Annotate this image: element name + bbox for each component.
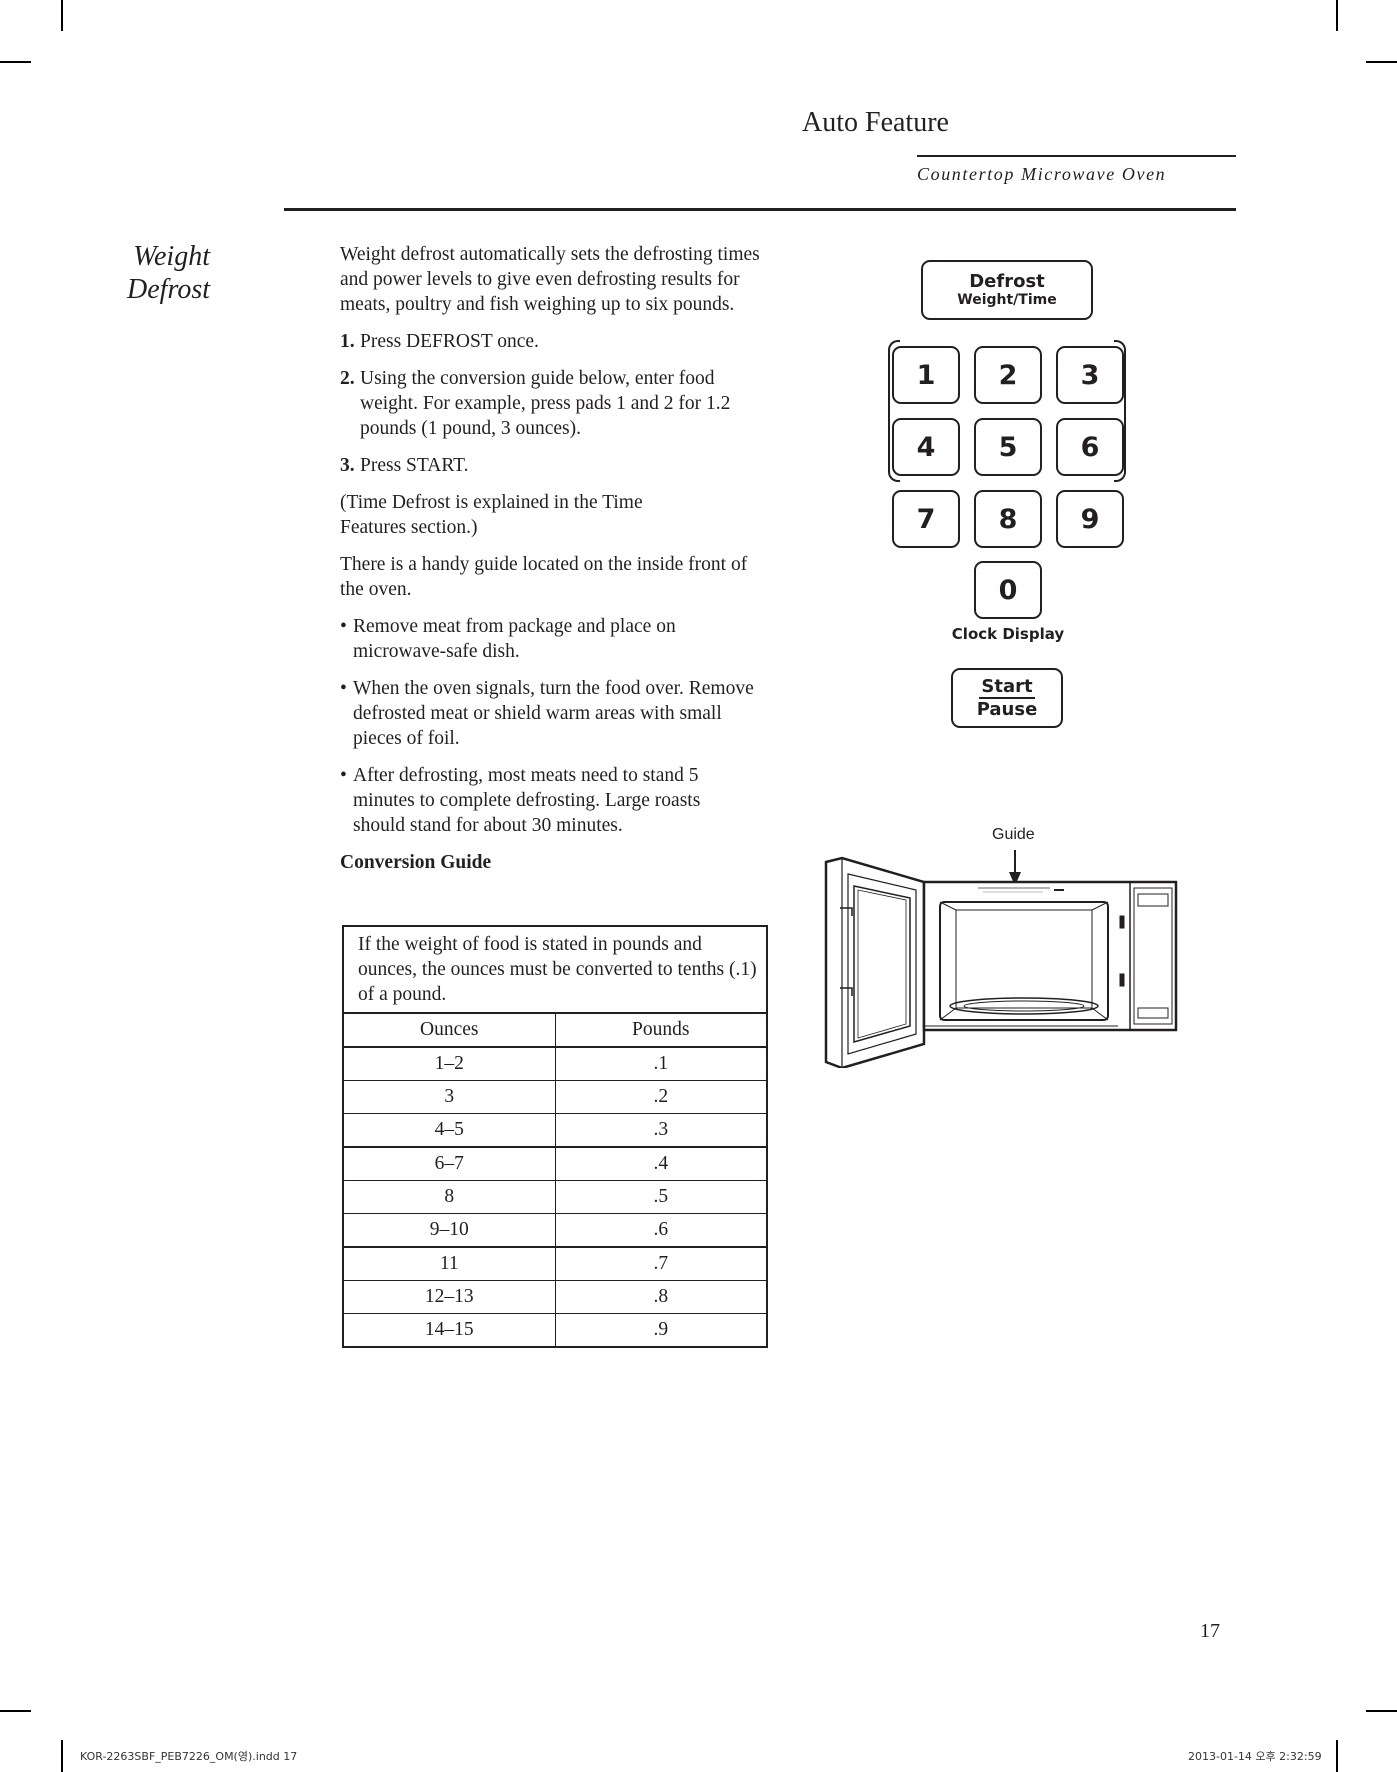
crop-mark (1366, 61, 1397, 63)
tip-item: • When the oven signals, turn the food o… (340, 676, 780, 751)
number-key-5[interactable]: 5 (974, 418, 1042, 476)
defrost-label: Defrost (969, 271, 1045, 292)
number-key-7[interactable]: 7 (892, 490, 960, 548)
crop-mark (61, 1740, 63, 1772)
number-key-1[interactable]: 1 (892, 346, 960, 404)
body-text: Weight defrost automatically sets the de… (340, 242, 780, 887)
defrost-sublabel: Weight/Time (957, 292, 1057, 308)
step-text: Press START. (360, 455, 469, 476)
table-row: 14–15 .9 (344, 1314, 766, 1346)
tip-item: • After defrosting, most meats need to s… (340, 763, 780, 838)
table-row: 8.5 (344, 1181, 766, 1214)
step-item: 3. Press START. (340, 453, 780, 478)
product-subtitle: Countertop Microwave Oven (917, 164, 1167, 184)
table-row: 1–2 .1 (344, 1048, 766, 1081)
table-row: 6–7 .4 (344, 1148, 766, 1181)
clock-display-label: Clock Display (951, 625, 1065, 643)
crop-mark (0, 1710, 31, 1712)
number-key-0[interactable]: 0 (974, 561, 1042, 619)
tip-text: Remove meat from package and place on mi… (353, 616, 676, 662)
cell-pounds: .7 (653, 1253, 669, 1274)
print-slug-timestamp: 2013-01-14 오후 2:32:59 (1188, 1750, 1322, 1763)
time-defrost-note: (Time Defrost is explained in the Time F… (340, 492, 643, 538)
bullet-icon: • (340, 765, 347, 786)
column-header-pounds: Pounds (632, 1019, 690, 1040)
bullet-icon: • (340, 616, 347, 637)
step-text: Using the conversion guide below, enter … (360, 368, 731, 439)
number-key-9[interactable]: 9 (1056, 490, 1124, 548)
cell-pounds: .6 (653, 1219, 669, 1240)
start-pause-button[interactable]: Start Pause (951, 668, 1063, 728)
step-number: 2. (340, 368, 355, 389)
table-row: 9–10 .6 (344, 1214, 766, 1248)
page-section-title: Auto Feature (802, 107, 949, 138)
table-row: 12–13 .8 (344, 1281, 766, 1314)
table-row: 4–5 .3 (344, 1114, 766, 1148)
tip-text: After defrosting, most meats need to sta… (353, 765, 701, 836)
tip-item: • Remove meat from package and place on … (340, 614, 780, 664)
table-row: 3.2 (344, 1081, 766, 1114)
crop-mark (61, 0, 63, 31)
crop-mark (1336, 1740, 1338, 1772)
number-key-4[interactable]: 4 (892, 418, 960, 476)
section-heading-line1: Weight (133, 241, 210, 272)
cell-ounces: 9–10 (344, 1214, 556, 1246)
cell-pounds: .8 (653, 1286, 669, 1307)
conversion-guide-title: Conversion Guide (340, 852, 492, 873)
step-text: Press DEFROST once. (360, 331, 539, 352)
page-number: 17 (1200, 1620, 1220, 1642)
cell-pounds: .9 (653, 1319, 669, 1340)
crop-mark (1336, 0, 1338, 31)
microwave-open-door-illustration (824, 850, 1178, 1068)
main-divider (284, 208, 1236, 211)
print-slug-filename: KOR-2263SBF_PEB7226_OM(영).indd 17 (80, 1750, 298, 1763)
cell-pounds: .5 (653, 1186, 669, 1207)
start-label: Start (979, 676, 1035, 699)
guide-note: There is a handy guide located on the in… (340, 554, 748, 600)
oven-body (922, 880, 1178, 1032)
guide-callout-label: Guide (992, 826, 1035, 843)
cell-ounces: 6–7 (344, 1148, 556, 1180)
bullet-icon: • (340, 678, 347, 699)
number-key-2[interactable]: 2 (974, 346, 1042, 404)
table-row: 11.7 (344, 1248, 766, 1281)
table-header-row: Ounces Pounds (344, 1014, 766, 1048)
crop-mark (0, 61, 31, 63)
number-key-6[interactable]: 6 (1056, 418, 1124, 476)
conversion-table-note: If the weight of food is stated in pound… (344, 927, 766, 1014)
defrost-weight-time-button[interactable]: Defrost Weight/Time (921, 260, 1093, 320)
step-item: 2. Using the conversion guide below, ent… (340, 366, 780, 441)
cell-ounces: 4–5 (344, 1114, 556, 1146)
tip-text: When the oven signals, turn the food ove… (353, 678, 754, 749)
cell-ounces: 14–15 (344, 1314, 556, 1346)
column-header-ounces: Ounces (344, 1014, 556, 1046)
cell-pounds: .3 (653, 1119, 669, 1140)
cell-ounces: 11 (344, 1248, 556, 1280)
step-number: 3. (340, 455, 355, 476)
conversion-table: If the weight of food is stated in pound… (342, 925, 768, 1348)
cell-pounds: .1 (653, 1053, 669, 1074)
section-heading-line2: Defrost (127, 274, 210, 305)
step-number: 1. (340, 331, 355, 352)
number-key-8[interactable]: 8 (974, 490, 1042, 548)
cell-ounces: 3 (344, 1081, 556, 1113)
step-item: 1. Press DEFROST once. (340, 329, 780, 354)
pause-label: Pause (976, 699, 1038, 720)
cell-pounds: .2 (653, 1086, 669, 1107)
intro-paragraph: Weight defrost automatically sets the de… (340, 244, 760, 315)
open-door (824, 856, 926, 1068)
cell-ounces: 1–2 (344, 1048, 556, 1080)
cell-ounces: 8 (344, 1181, 556, 1213)
cell-ounces: 12–13 (344, 1281, 556, 1313)
cell-pounds: .4 (653, 1153, 669, 1174)
header-rule (917, 155, 1236, 157)
crop-mark (1366, 1710, 1397, 1712)
number-key-3[interactable]: 3 (1056, 346, 1124, 404)
section-heading: Weight Defrost (120, 240, 210, 306)
